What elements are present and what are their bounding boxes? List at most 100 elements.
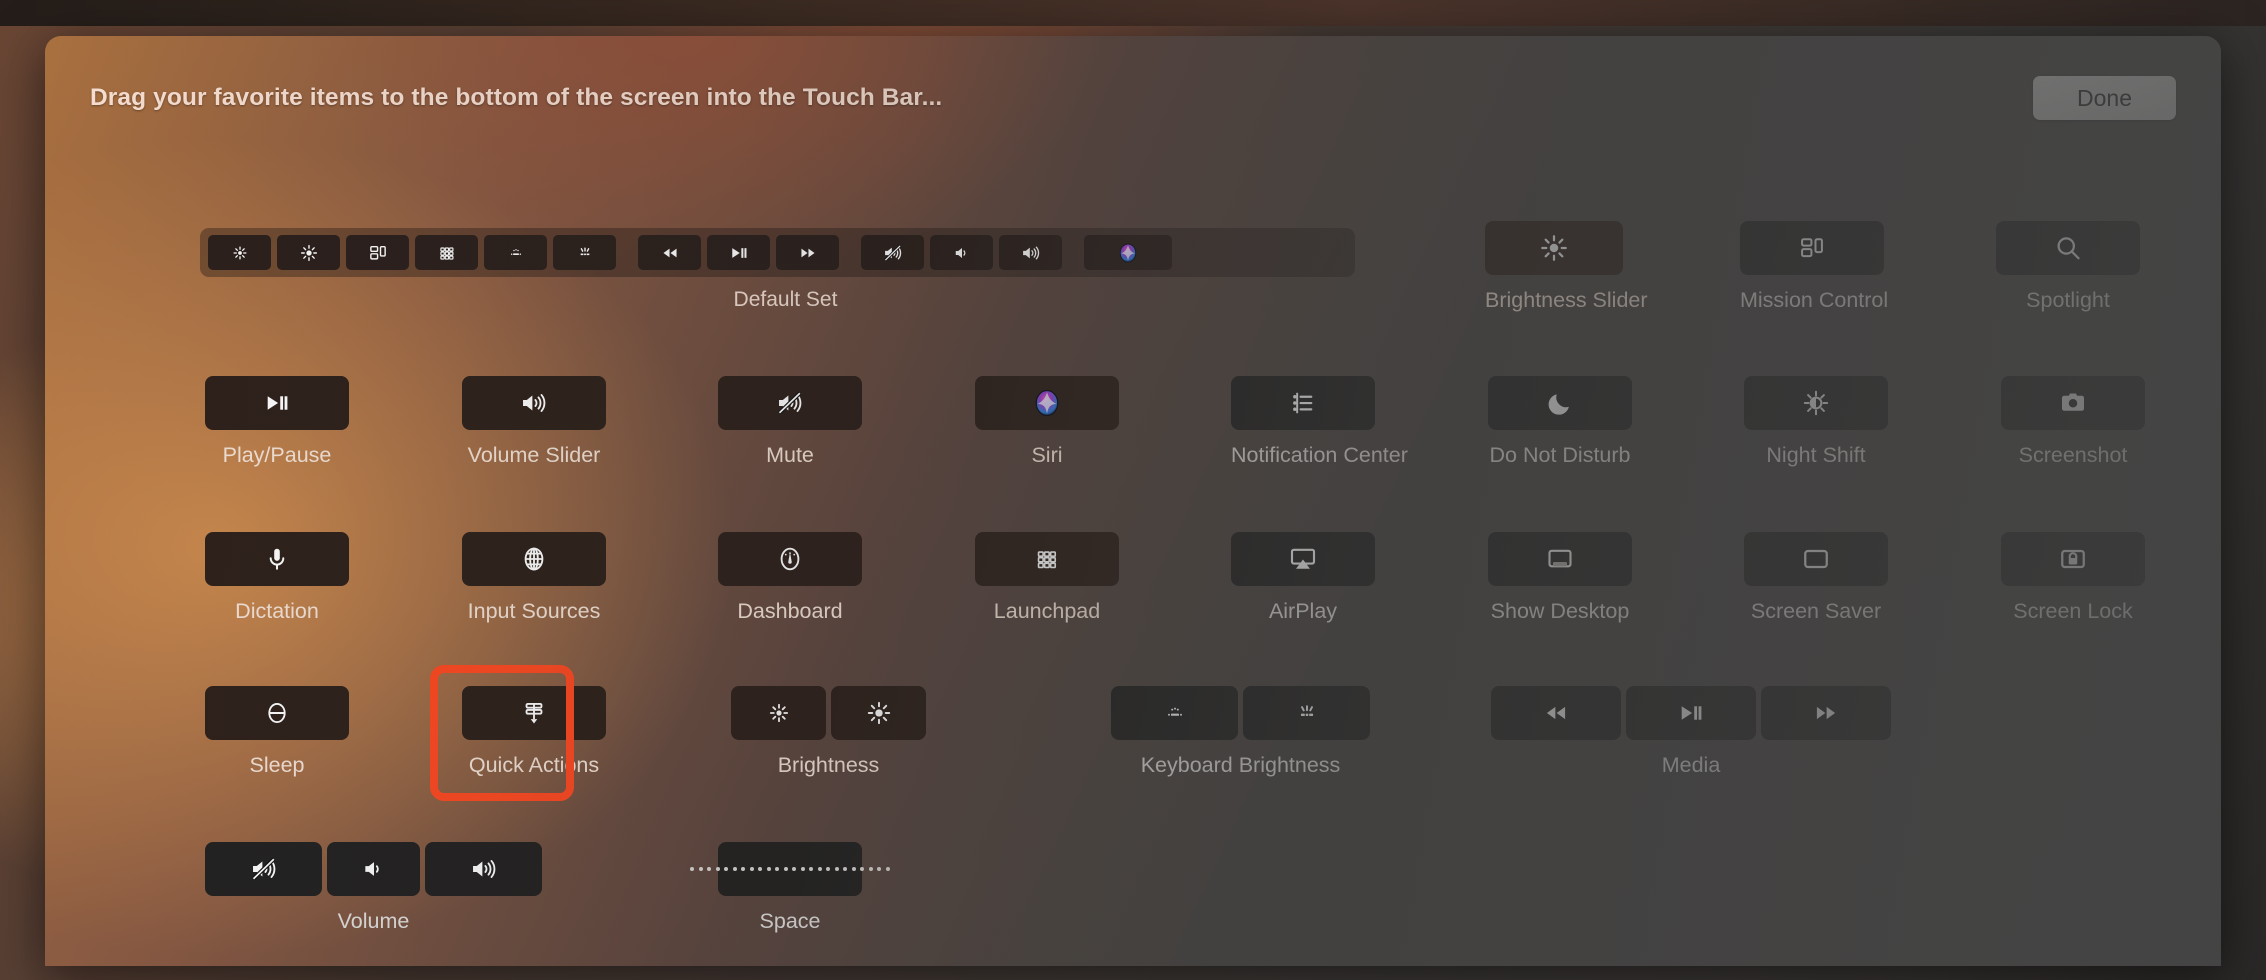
key-mute[interactable] <box>718 376 862 430</box>
touchbar-item-show-desktop[interactable]: Show Desktop <box>1488 532 1632 624</box>
key-spotlight[interactable] <box>1996 221 2140 275</box>
default-set-key-rewind[interactable] <box>638 235 701 270</box>
key-screen-lock[interactable] <box>2001 532 2145 586</box>
touchbar-item-night-shift[interactable]: Night Shift <box>1744 376 1888 468</box>
key-brightness-slider[interactable] <box>1485 221 1623 275</box>
key-brightness-down[interactable] <box>731 686 826 740</box>
touchbar-item-sleep[interactable]: Sleep <box>205 686 349 778</box>
default-set-key-volume-down[interactable] <box>930 235 993 270</box>
touchbar-item-space[interactable]: Space <box>718 842 862 934</box>
default-set-key-mission-control[interactable] <box>346 235 409 270</box>
screen-lock-icon <box>2058 544 2088 574</box>
touchbar-item-dictation[interactable]: Dictation <box>205 532 349 624</box>
key-dashboard[interactable] <box>718 532 862 586</box>
touchbar-item-screen-saver[interactable]: Screen Saver <box>1744 532 1888 624</box>
volume-up-icon <box>520 389 548 417</box>
touchbar-item-screenshot[interactable]: Screenshot <box>2001 376 2145 468</box>
key-keyboard-brightness-down[interactable] <box>1111 686 1238 740</box>
item-keys <box>718 532 862 586</box>
key-keyboard-brightness-up[interactable] <box>1243 686 1370 740</box>
key-space[interactable] <box>718 842 862 896</box>
done-button[interactable]: Done <box>2033 76 2176 120</box>
touchbar-item-do-not-disturb[interactable]: Do Not Disturb <box>1488 376 1632 468</box>
touchbar-item-airplay[interactable]: AirPlay <box>1231 532 1375 624</box>
touchbar-item-keyboard-brightness[interactable]: Keyboard Brightness <box>1111 686 1370 778</box>
key-brightness-up[interactable] <box>831 686 926 740</box>
item-label: Volume Slider <box>462 443 606 468</box>
item-label: Brightness <box>731 753 926 778</box>
default-set-group[interactable]: Default Set <box>200 228 1371 312</box>
key-sleep[interactable] <box>205 686 349 740</box>
default-set-strip[interactable] <box>200 228 1355 277</box>
key-rewind[interactable] <box>1491 686 1621 740</box>
volume-down-icon <box>361 856 387 882</box>
touchbar-item-mute[interactable]: Mute <box>718 376 862 468</box>
item-keys <box>2001 532 2145 586</box>
key-fast-forward[interactable] <box>1761 686 1891 740</box>
key-do-not-disturb[interactable] <box>1488 376 1632 430</box>
default-set-key-mute[interactable] <box>861 235 924 270</box>
key-play-pause[interactable] <box>1626 686 1756 740</box>
item-keys <box>205 376 349 430</box>
brightness-up-icon <box>299 243 318 262</box>
touchbar-item-media[interactable]: Media <box>1491 686 1891 778</box>
touchbar-item-launchpad[interactable]: Launchpad <box>975 532 1119 624</box>
key-input-sources[interactable] <box>462 532 606 586</box>
touchbar-item-mission-control[interactable]: Mission Control <box>1740 221 1884 313</box>
touchbar-item-screen-lock[interactable]: Screen Lock <box>2001 532 2145 624</box>
play-pause-icon <box>729 243 748 262</box>
touchbar-item-brightness[interactable]: Brightness <box>731 686 926 778</box>
screen-saver-icon <box>1801 544 1831 574</box>
item-label: Screen Lock <box>2001 599 2145 624</box>
key-screen-saver[interactable] <box>1744 532 1888 586</box>
touchbar-item-notification-center[interactable]: Notification Center <box>1231 376 1375 468</box>
touchbar-item-spotlight[interactable]: Spotlight <box>1996 221 2140 313</box>
night-shift-icon <box>1802 389 1830 417</box>
key-volume-down[interactable] <box>327 842 420 896</box>
key-volume-up[interactable] <box>425 842 542 896</box>
key-show-desktop[interactable] <box>1488 532 1632 586</box>
item-label: Media <box>1491 753 1891 778</box>
default-set-key-launchpad[interactable] <box>415 235 478 270</box>
touchbar-item-volume[interactable]: Volume <box>205 842 542 934</box>
key-play-pause[interactable] <box>205 376 349 430</box>
item-label: Show Desktop <box>1488 599 1632 624</box>
item-label: Play/Pause <box>205 443 349 468</box>
default-set-key-keyboard-brightness-up[interactable] <box>553 235 616 270</box>
mute-icon <box>882 242 902 262</box>
key-mute[interactable] <box>205 842 322 896</box>
item-label: Siri <box>975 443 1119 468</box>
key-airplay[interactable] <box>1231 532 1375 586</box>
key-launchpad[interactable] <box>975 532 1119 586</box>
siri-icon <box>1032 388 1062 418</box>
keyboard-brightness-down-icon <box>507 244 524 261</box>
default-set-key-brightness-down[interactable] <box>208 235 271 270</box>
key-night-shift[interactable] <box>1744 376 1888 430</box>
default-set-key-brightness-up[interactable] <box>277 235 340 270</box>
touchbar-item-volume-slider[interactable]: Volume Slider <box>462 376 606 468</box>
touchbar-item-siri[interactable]: Siri <box>975 376 1119 468</box>
key-mission-control[interactable] <box>1740 221 1884 275</box>
default-set-key-keyboard-brightness-down[interactable] <box>484 235 547 270</box>
touchbar-item-dashboard[interactable]: Dashboard <box>718 532 862 624</box>
default-set-key-volume-up[interactable] <box>999 235 1062 270</box>
key-volume-up[interactable] <box>462 376 606 430</box>
key-dictation[interactable] <box>205 532 349 586</box>
default-set-key-play-pause[interactable] <box>707 235 770 270</box>
item-label: Notification Center <box>1231 443 1375 468</box>
key-screenshot[interactable] <box>2001 376 2145 430</box>
touchbar-item-input-sources[interactable]: Input Sources <box>462 532 606 624</box>
key-quick-actions[interactable] <box>462 686 606 740</box>
item-keys <box>975 532 1119 586</box>
show-desktop-icon <box>1545 544 1575 574</box>
default-set-key-siri[interactable] <box>1084 235 1172 270</box>
touchbar-item-quick-actions[interactable]: Quick Actions <box>462 686 606 778</box>
touchbar-item-brightness-slider[interactable]: Brightness Slider <box>1485 221 1623 313</box>
key-notification-center[interactable] <box>1231 376 1375 430</box>
touchbar-item-play-pause[interactable]: Play/Pause <box>205 376 349 468</box>
default-set-key-fast-forward[interactable] <box>776 235 839 270</box>
airplay-icon <box>1288 544 1318 574</box>
key-siri[interactable] <box>975 376 1119 430</box>
keyboard-brightness-up-icon <box>575 243 594 262</box>
siri-icon <box>1117 242 1139 264</box>
